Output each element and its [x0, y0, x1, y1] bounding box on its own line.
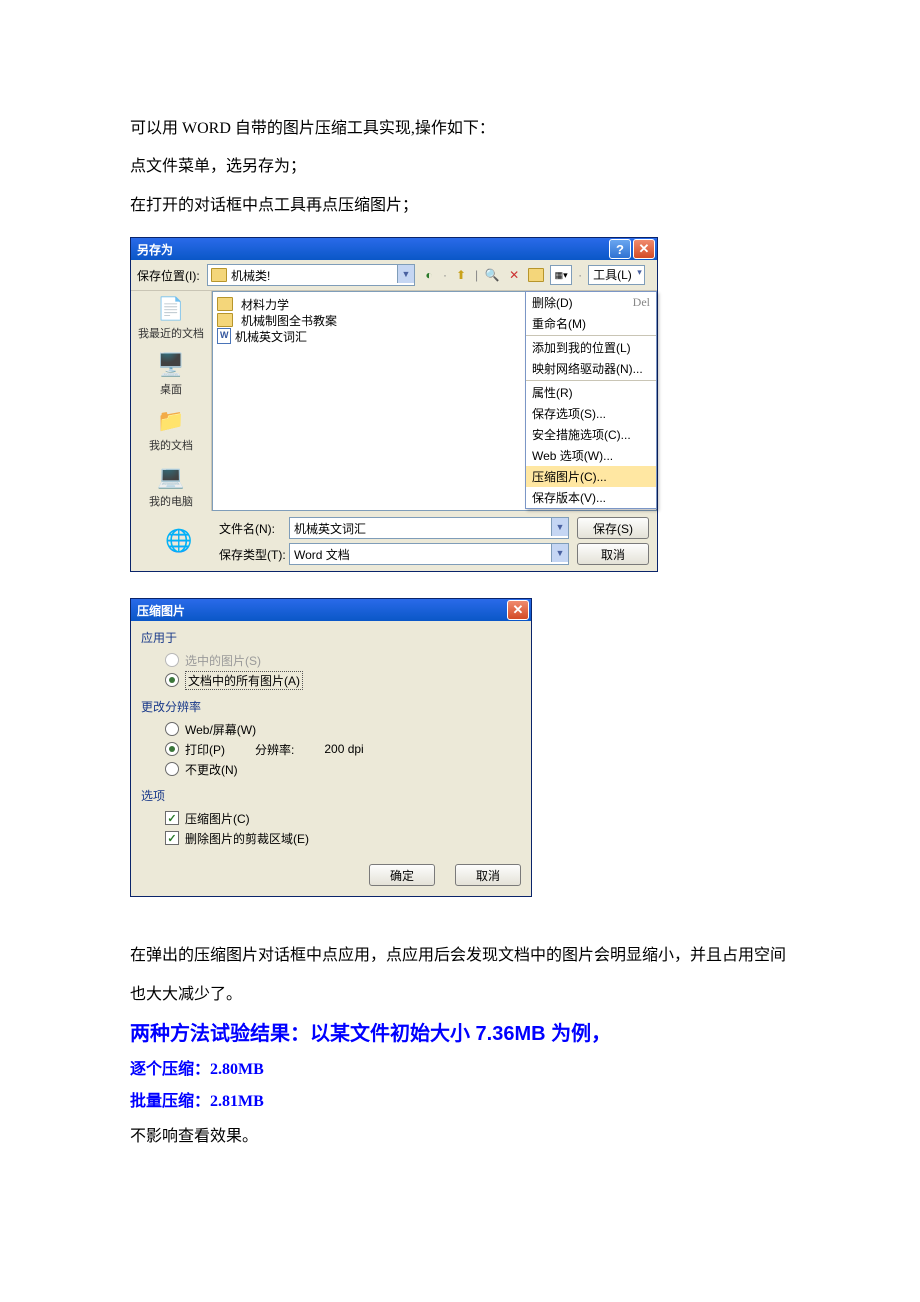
- tools-menu: 删除(D)Del 重命名(M) 添加到我的位置(L) 映射网络驱动器(N)...…: [525, 291, 657, 509]
- group-resolution: 更改分辨率: [141, 698, 521, 715]
- paragraph: 在打开的对话框中点工具再点压缩图片；: [130, 187, 790, 225]
- titlebar: 压缩图片 ✕: [131, 599, 531, 621]
- checkbox-icon: ✓: [165, 831, 179, 845]
- result-line: 批量压缩：2.81MB: [130, 1086, 790, 1118]
- chevron-down-icon: ▼: [551, 518, 568, 536]
- paragraph: 不影响查看效果。: [130, 1118, 790, 1156]
- recent-icon: 📄: [155, 295, 187, 323]
- close-button[interactable]: ✕: [633, 239, 655, 259]
- radio-icon: [165, 673, 179, 687]
- menu-item-addloc[interactable]: 添加到我的位置(L): [526, 337, 656, 358]
- result-line: 逐个压缩：2.80MB: [130, 1054, 790, 1086]
- location-combo[interactable]: 机械类! ▼: [207, 264, 415, 286]
- check-compress[interactable]: ✓压缩图片(C): [165, 808, 521, 828]
- radio-icon: [165, 762, 179, 776]
- resolution-value: 200 dpi: [324, 742, 363, 756]
- filename-label: 文件名(N):: [219, 520, 289, 537]
- filename-input[interactable]: 机械英文词汇▼: [289, 517, 569, 539]
- dialog-title: 另存为: [137, 241, 173, 258]
- network-icon: 🌐: [163, 527, 195, 555]
- new-folder-icon[interactable]: [528, 267, 544, 283]
- menu-item-properties[interactable]: 属性(R): [526, 382, 656, 403]
- menu-item-compress[interactable]: 压缩图片(C)...: [526, 466, 656, 487]
- help-button[interactable]: ?: [609, 239, 631, 259]
- result-heading: 两种方法试验结果：以某文件初始大小 7.36MB 为例，: [130, 1014, 790, 1054]
- folder-icon: [217, 313, 233, 327]
- place-desktop[interactable]: 🖥️桌面: [155, 351, 187, 397]
- places-bar: 📄我最近的文档 🖥️桌面 📁我的文档 💻我的电脑: [131, 291, 212, 511]
- ok-button[interactable]: 确定: [369, 864, 435, 886]
- titlebar: 另存为 ? ✕: [131, 238, 657, 260]
- save-button[interactable]: 保存(S): [577, 517, 649, 539]
- checkbox-icon: ✓: [165, 811, 179, 825]
- views-button[interactable]: ▦▾: [550, 265, 572, 285]
- cancel-button[interactable]: 取消: [455, 864, 521, 886]
- cancel-button[interactable]: 取消: [577, 543, 649, 565]
- save-as-dialog: 另存为 ? ✕ 保存位置(I): 机械类! ▼ ◐ · ⬆ | 🔍 ✕ ▦▾ ·: [130, 237, 658, 572]
- paragraph: 可以用 WORD 自带的图片压缩工具实现,操作如下：: [130, 110, 790, 148]
- radio-print[interactable]: 打印(P)分辨率:200 dpi: [165, 739, 521, 759]
- place-network[interactable]: 🌐: [139, 527, 219, 555]
- filetype-combo[interactable]: Word 文档▼: [289, 543, 569, 565]
- radio-nochange[interactable]: 不更改(N): [165, 759, 521, 779]
- file-listing[interactable]: × 材料力学 机械制图全书教案 机械英文词汇 删除(D)Del 重命名(M) 添…: [212, 291, 657, 511]
- paragraph: 在弹出的压缩图片对话框中点应用，点应用后会发现文档中的图片会明显缩小，并且占用空…: [130, 937, 790, 1014]
- menu-item-rename[interactable]: 重命名(M): [526, 313, 656, 334]
- place-recent[interactable]: 📄我最近的文档: [138, 295, 204, 341]
- radio-icon: [165, 653, 179, 667]
- desktop-icon: 🖥️: [155, 351, 187, 379]
- chevron-down-icon: ▼: [551, 544, 568, 562]
- menu-item-webopt[interactable]: Web 选项(W)...: [526, 445, 656, 466]
- paragraph: 点文件菜单，选另存为；: [130, 148, 790, 186]
- menu-item-mapnet[interactable]: 映射网络驱动器(N)...: [526, 358, 656, 379]
- menu-item-saveopt[interactable]: 保存选项(S)...: [526, 403, 656, 424]
- mydocs-icon: 📁: [155, 407, 187, 435]
- chevron-down-icon: ▼: [397, 265, 414, 283]
- folder-icon: [211, 268, 227, 282]
- radio-icon: [165, 722, 179, 736]
- compress-dialog: 压缩图片 ✕ 应用于 选中的图片(S) 文档中的所有图片(A) 更改分辨率 We…: [130, 598, 532, 897]
- radio-selected-pics: 选中的图片(S): [165, 650, 521, 670]
- place-mypc[interactable]: 💻我的电脑: [149, 463, 193, 509]
- group-options: 选项: [141, 787, 521, 804]
- filetype-label: 保存类型(T):: [219, 546, 289, 563]
- menu-item-savever[interactable]: 保存版本(V)...: [526, 487, 656, 508]
- menu-item-secopt[interactable]: 安全措施选项(C)...: [526, 424, 656, 445]
- radio-all-pics[interactable]: 文档中的所有图片(A): [165, 670, 521, 690]
- radio-web[interactable]: Web/屏幕(W): [165, 719, 521, 739]
- location-label: 保存位置(I):: [137, 267, 207, 284]
- search-icon[interactable]: 🔍: [484, 267, 500, 283]
- back-icon[interactable]: ◐: [421, 267, 437, 283]
- folder-icon: [217, 297, 233, 311]
- delete-icon[interactable]: ✕: [506, 267, 522, 283]
- location-value: 机械类!: [231, 267, 270, 284]
- menu-item-delete[interactable]: 删除(D)Del: [526, 292, 656, 313]
- dialog-title: 压缩图片: [137, 602, 185, 619]
- word-doc-icon: [217, 328, 231, 344]
- resolution-label: 分辨率:: [255, 741, 294, 758]
- radio-icon: [165, 742, 179, 756]
- mypc-icon: 💻: [155, 463, 187, 491]
- tools-button[interactable]: 工具(L): [588, 265, 645, 285]
- close-button[interactable]: ✕: [507, 600, 529, 620]
- group-apply-to: 应用于: [141, 629, 521, 646]
- place-mydocs[interactable]: 📁我的文档: [149, 407, 193, 453]
- up-icon[interactable]: ⬆: [453, 267, 469, 283]
- check-delete-crop[interactable]: ✓删除图片的剪裁区域(E): [165, 828, 521, 848]
